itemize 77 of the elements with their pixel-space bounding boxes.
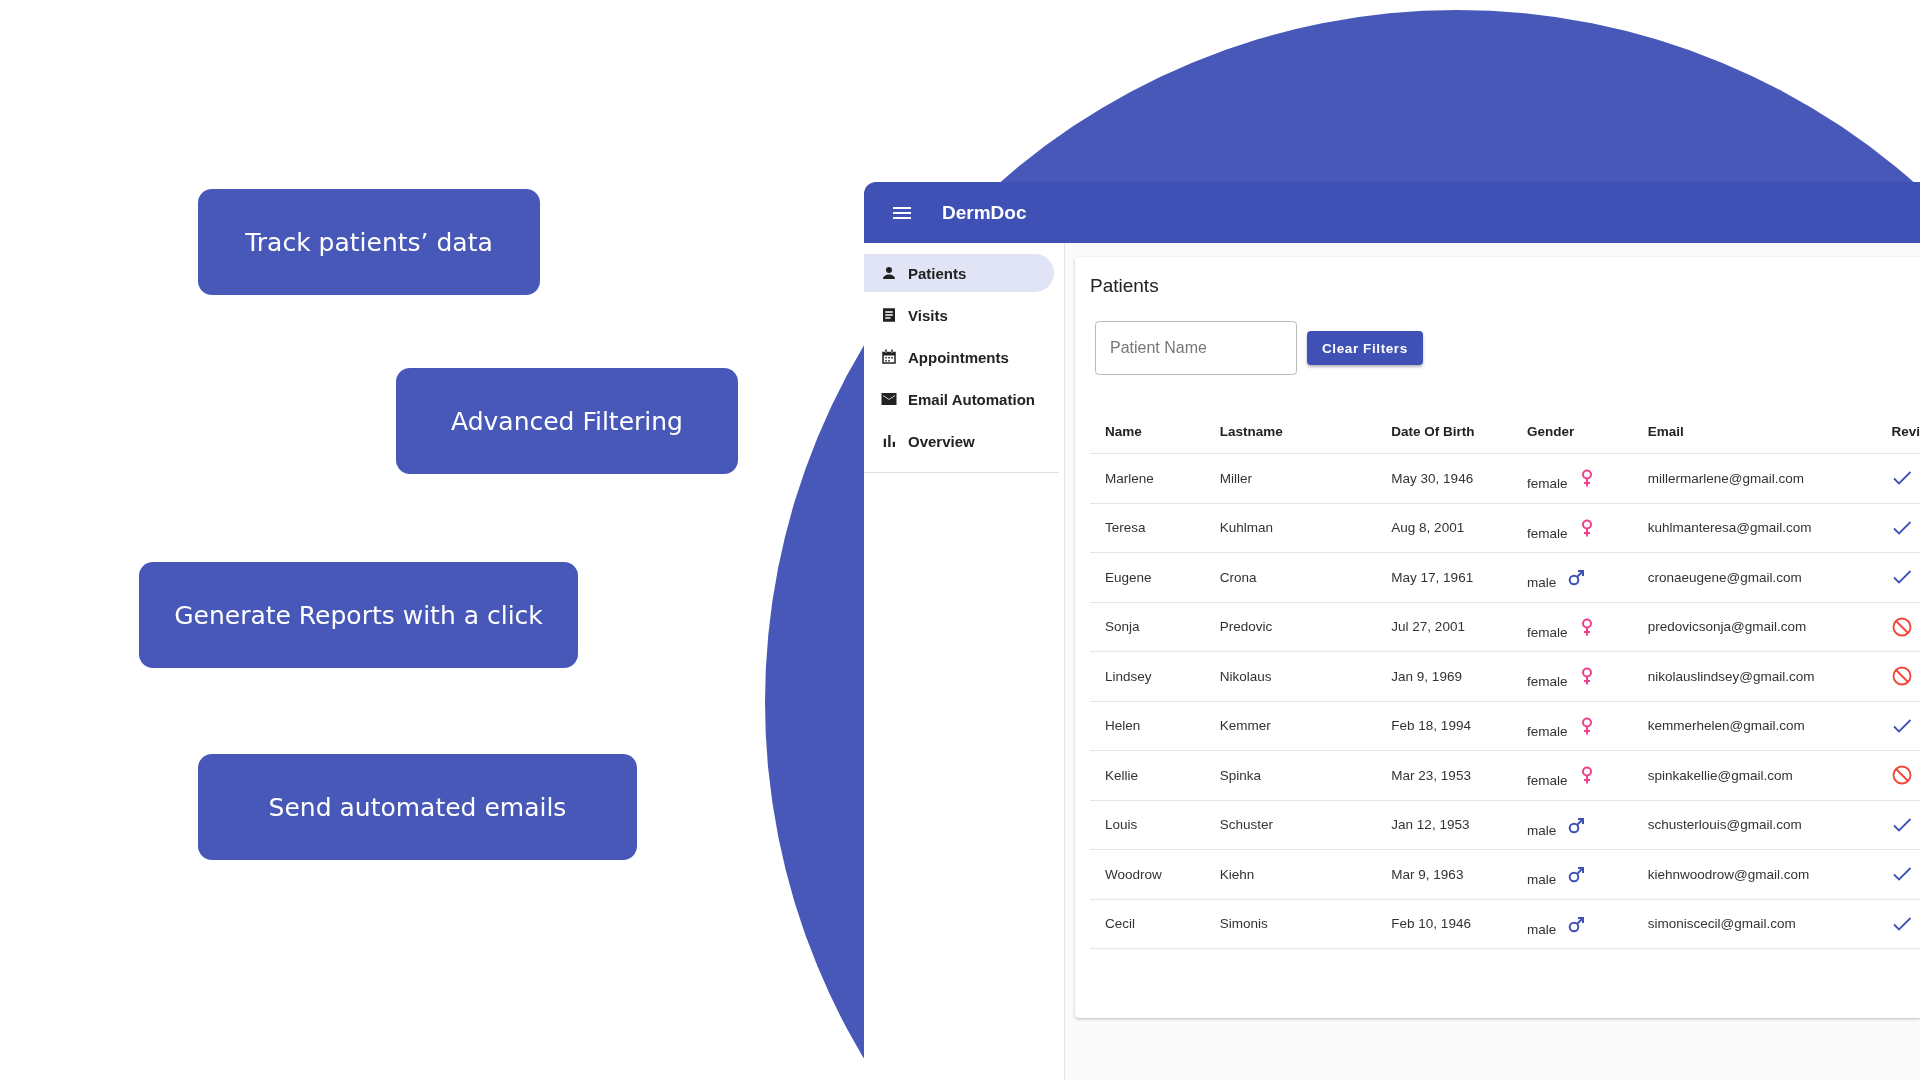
app-title: DermDoc [942, 201, 1027, 224]
table-cell: Schuster [1219, 817, 1274, 833]
nav-item[interactable]: Email Automation [864, 380, 1054, 418]
table-cell: female [1526, 674, 1568, 690]
table-cell: Marlene [1105, 470, 1154, 486]
table-cell: Spinka [1219, 767, 1262, 783]
clear-filters-button[interactable]: Clear Filters [1307, 331, 1423, 365]
table-cell: simoniscecil@gmail.com [1647, 916, 1796, 932]
column-header: Email [1647, 423, 1684, 439]
table-cell: Kemmer [1219, 718, 1271, 734]
nav-item[interactable]: Visits [864, 296, 1054, 334]
table-cell: spinkakellie@gmail.com [1647, 767, 1793, 783]
page-title: Patients [1090, 275, 1160, 297]
feature-label: Generate Reports with a click [139, 562, 578, 668]
column-header: Date Of Birth [1391, 423, 1475, 439]
table-cell: Feb 10, 1946 [1391, 916, 1471, 932]
table-cell: male [1526, 822, 1557, 838]
calendar-icon [880, 348, 898, 366]
table-cell: male [1526, 575, 1557, 591]
table-cell: Lindsey [1105, 668, 1152, 684]
nav-item[interactable]: Overview [864, 422, 1054, 460]
male-symbol-icon [1568, 815, 1585, 834]
table-cell: Aug 8, 2001 [1391, 520, 1465, 536]
table-cell: Jan 9, 1969 [1391, 668, 1462, 684]
table-cell: Louis [1105, 817, 1138, 833]
table-cell: Simonis [1219, 916, 1268, 932]
table-cell: female [1526, 476, 1568, 492]
column-header: Name [1105, 423, 1142, 439]
table-cell: Sonja [1105, 619, 1140, 635]
table-cell: female [1526, 525, 1568, 541]
table-cell: Nikolaus [1219, 668, 1272, 684]
person-icon [880, 264, 898, 282]
feature-label: Track patients’ data [198, 189, 540, 295]
nav-item[interactable]: Appointments [864, 338, 1054, 376]
male-symbol-icon [1568, 914, 1585, 933]
table-cell: Predovic [1219, 619, 1273, 635]
table-cell: Kiehn [1219, 866, 1255, 882]
table-cell: kuhlmanteresa@gmail.com [1647, 520, 1812, 536]
mail-icon [880, 390, 898, 408]
feature-label: Advanced Filtering [396, 368, 738, 474]
table-cell: Woodrow [1105, 866, 1162, 882]
male-symbol-icon [1568, 568, 1585, 587]
column-header: Revi [1891, 423, 1920, 439]
table-cell: Helen [1105, 718, 1141, 734]
feature-label: Send automated emails [198, 754, 637, 860]
table-cell: predovicsonja@gmail.com [1647, 619, 1807, 635]
table-cell: Cecil [1105, 916, 1135, 932]
table-cell: Teresa [1105, 520, 1146, 536]
table-cell: Kuhlman [1219, 520, 1274, 536]
table-cell: cronaeugene@gmail.com [1647, 569, 1802, 585]
table-cell: Mar 9, 1963 [1391, 866, 1464, 882]
table-cell: Jul 27, 2001 [1391, 619, 1465, 635]
table-cell: Eugene [1105, 569, 1152, 585]
column-header: Gender [1526, 423, 1575, 439]
table-cell: Mar 23, 1953 [1391, 767, 1471, 783]
patient-name-field[interactable]: Patient Name [1095, 321, 1297, 375]
table-cell: male [1526, 921, 1557, 937]
table-cell: kemmerhelen@gmail.com [1647, 718, 1805, 734]
table-cell: female [1526, 773, 1568, 789]
column-header: Lastname [1219, 423, 1283, 439]
table-cell: male [1526, 872, 1557, 888]
male-symbol-icon [1568, 865, 1585, 884]
table-cell: female [1526, 624, 1568, 640]
table-cell: kiehnwoodrow@gmail.com [1647, 866, 1810, 882]
table-cell: female [1526, 723, 1568, 739]
table-cell: Jan 12, 1953 [1391, 817, 1470, 833]
table-cell: millermarlene@gmail.com [1647, 470, 1804, 486]
table-cell: Kellie [1105, 767, 1139, 783]
table-cell: nikolauslindsey@gmail.com [1647, 668, 1815, 684]
table-cell: Miller [1219, 470, 1252, 486]
table-cell: schusterlouis@gmail.com [1647, 817, 1802, 833]
table-cell: May 17, 1961 [1391, 569, 1474, 585]
notes-icon [880, 306, 898, 324]
nav-item[interactable]: Patients [864, 254, 1054, 292]
table-cell: May 30, 1946 [1391, 470, 1474, 486]
table-cell: Crona [1219, 569, 1257, 585]
table-cell: Feb 18, 1994 [1391, 718, 1471, 734]
